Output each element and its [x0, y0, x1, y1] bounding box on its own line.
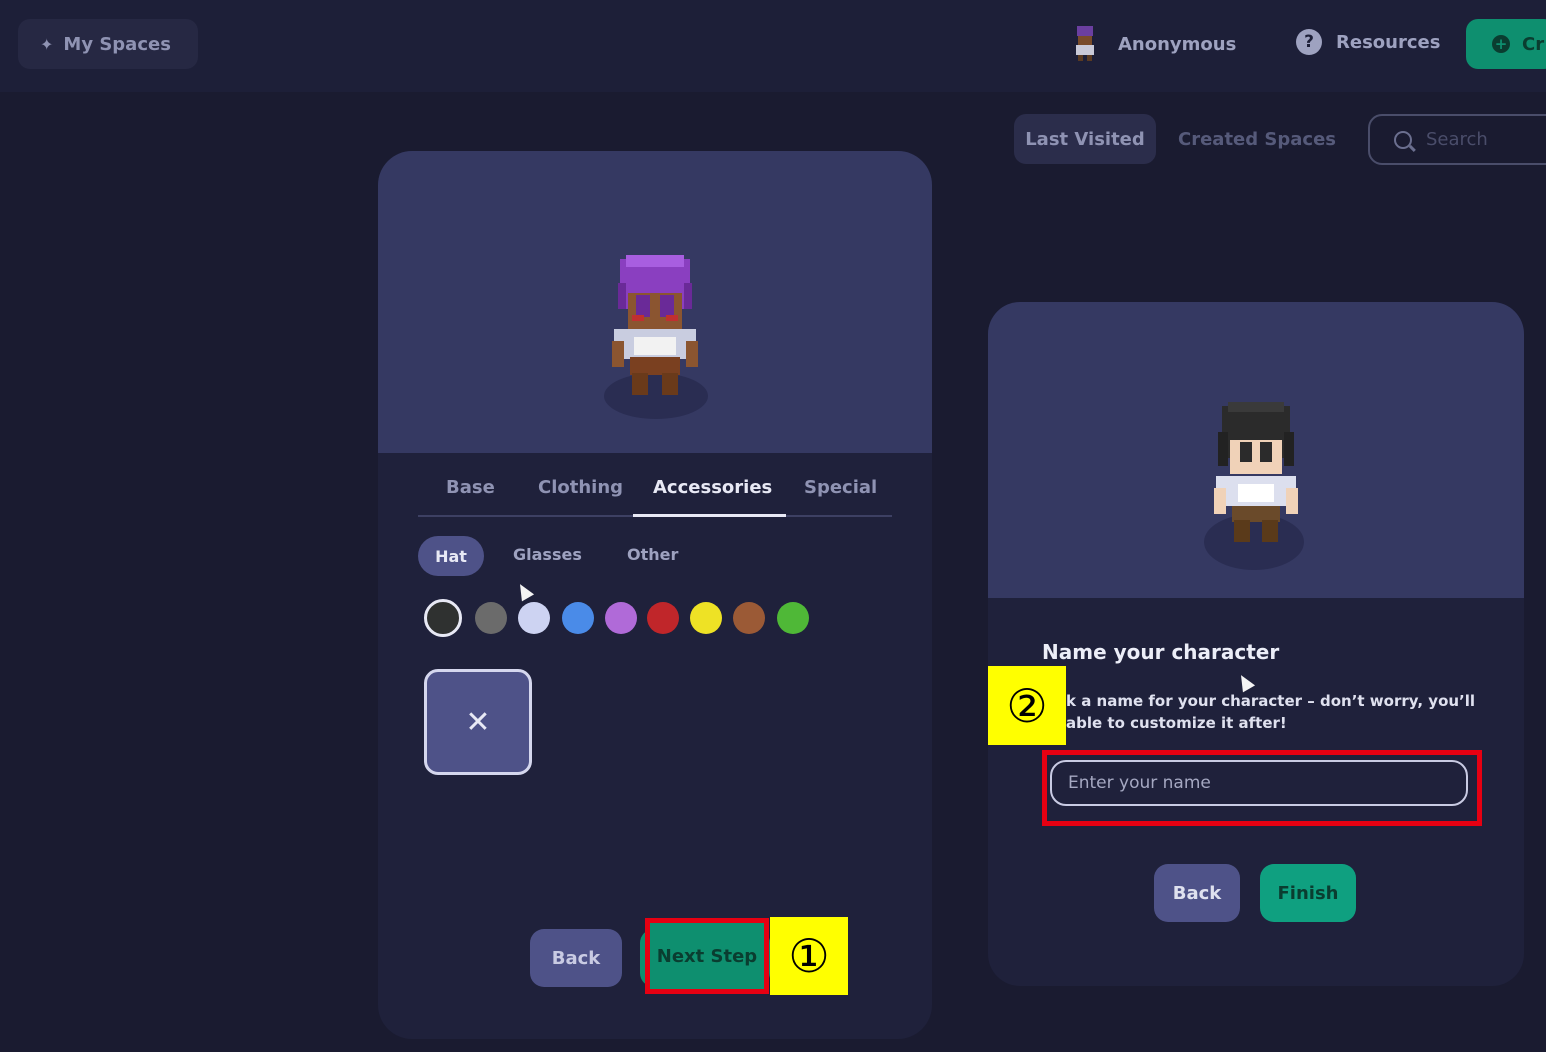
- color-swatch[interactable]: [733, 602, 765, 634]
- finish-button[interactable]: Finish: [1260, 864, 1356, 922]
- tab-clothing[interactable]: Clothing: [538, 477, 623, 498]
- active-tab-indicator: [633, 514, 786, 517]
- tab-last-visited-label: Last Visited: [1025, 128, 1145, 150]
- help-icon: ?: [1296, 29, 1322, 55]
- plus-icon: +: [1492, 35, 1510, 53]
- character-name-input[interactable]: [1050, 760, 1468, 806]
- character-preview-right: [988, 302, 1524, 598]
- user-menu[interactable]: Anonymous: [1066, 24, 1236, 64]
- create-label: Cr: [1522, 33, 1545, 55]
- search-placeholder: Search: [1426, 129, 1488, 150]
- user-name: Anonymous: [1118, 33, 1237, 55]
- my-spaces-label: My Spaces: [63, 33, 171, 55]
- tab-created-spaces[interactable]: Created Spaces: [1178, 114, 1336, 164]
- color-swatch[interactable]: [475, 602, 507, 634]
- color-swatch[interactable]: [605, 602, 637, 634]
- create-space-button[interactable]: + Cr: [1466, 19, 1546, 69]
- no-hat-option[interactable]: ✕: [424, 669, 532, 775]
- annotation-marker-2-text: ②: [1006, 678, 1048, 733]
- color-swatch[interactable]: [690, 602, 722, 634]
- tab-accessories[interactable]: Accessories: [653, 477, 772, 498]
- color-swatch[interactable]: [518, 602, 550, 634]
- name-character-card: Name your character k a name for your ch…: [988, 302, 1524, 986]
- annotation-marker-2: ②: [988, 666, 1066, 745]
- top-bar: ✦ My Spaces Anonymous ? Resources + Cr: [0, 0, 1546, 92]
- tab-created-spaces-label: Created Spaces: [1178, 128, 1336, 150]
- sparkles-icon: ✦: [40, 34, 54, 54]
- character-customizer-card: Base Clothing Accessories Special Hat Gl…: [378, 151, 932, 1039]
- finish-button-label: Finish: [1277, 882, 1339, 904]
- back-button-label: Back: [551, 947, 601, 969]
- character-sprite: [1214, 402, 1298, 542]
- resources-label: Resources: [1336, 31, 1441, 53]
- resources-button[interactable]: ? Resources: [1296, 29, 1440, 55]
- color-swatch[interactable]: [562, 602, 594, 634]
- my-spaces-button[interactable]: ✦ My Spaces: [18, 19, 198, 69]
- user-avatar: [1066, 24, 1104, 64]
- back-button-label: Back: [1172, 882, 1222, 904]
- search-input[interactable]: Search: [1368, 114, 1546, 165]
- subtab-glasses[interactable]: Glasses: [513, 545, 582, 564]
- tab-last-visited[interactable]: Last Visited: [1014, 114, 1156, 164]
- annotation-marker-1-text: ①: [788, 929, 830, 983]
- next-step-label: Next Step: [656, 945, 758, 967]
- search-icon: [1394, 130, 1412, 149]
- character-sprite: [612, 255, 698, 395]
- name-dialog-title: Name your character: [1042, 640, 1280, 664]
- annotation-marker-1: ①: [770, 917, 848, 995]
- subtab-hat-label: Hat: [435, 546, 467, 566]
- character-preview: [378, 151, 932, 453]
- back-button[interactable]: Back: [530, 929, 622, 987]
- name-dialog-description: k a name for your character – don’t worr…: [1066, 692, 1476, 732]
- mouse-cursor: [513, 580, 535, 602]
- color-swatch[interactable]: [777, 602, 809, 634]
- back-button[interactable]: Back: [1154, 864, 1240, 922]
- subtab-other[interactable]: Other: [627, 545, 678, 564]
- subtab-hat[interactable]: Hat: [418, 536, 484, 576]
- close-icon: ✕: [465, 704, 491, 740]
- color-swatch[interactable]: [647, 602, 679, 634]
- color-swatch[interactable]: [424, 599, 462, 637]
- category-tabs: Base Clothing Accessories Special: [418, 471, 892, 517]
- next-step-button[interactable]: Next Step: [645, 918, 769, 994]
- tab-base[interactable]: Base: [446, 477, 495, 498]
- tab-special[interactable]: Special: [804, 477, 877, 498]
